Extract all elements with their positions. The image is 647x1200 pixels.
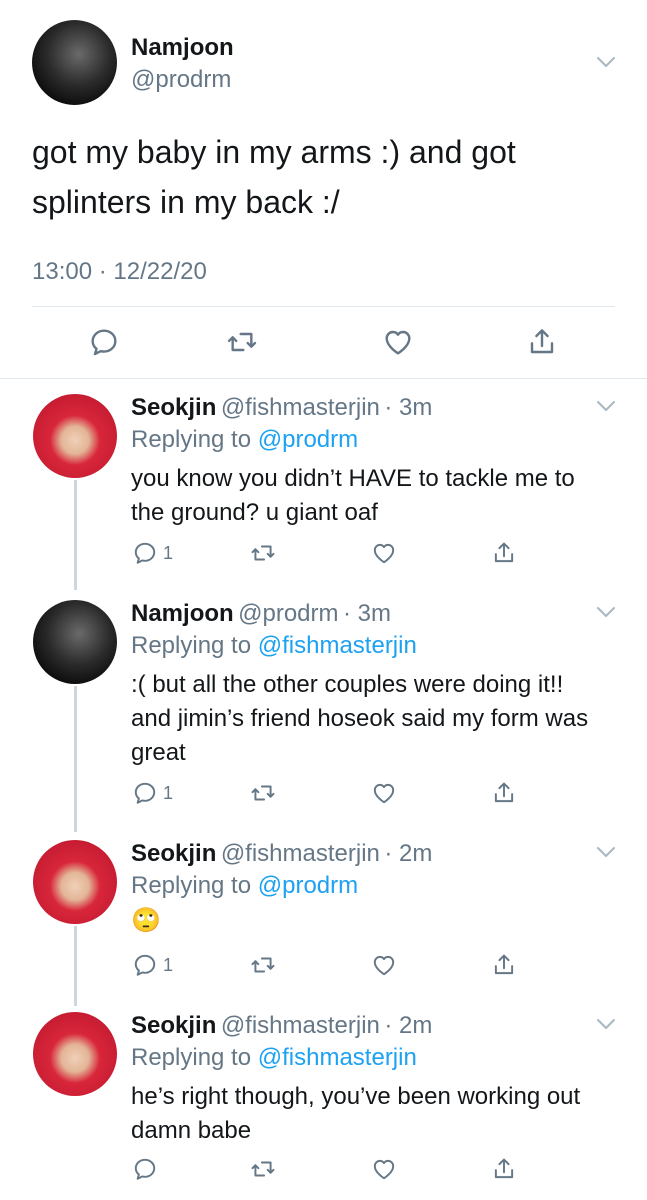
reply-icon[interactable] (132, 780, 158, 806)
reply-header: Namjoon @prodrm · 3m (131, 600, 391, 628)
retweet-icon[interactable] (250, 952, 276, 978)
author-handle[interactable]: @fishmasterjin (221, 1012, 380, 1039)
reply-text-line: great (131, 739, 186, 766)
like-icon[interactable] (371, 952, 397, 978)
replying-to-link[interactable]: @fishmasterjin (258, 1044, 417, 1071)
emoji-eye-roll-icon: 🙄 (131, 907, 161, 934)
reply-header: Seokjin @fishmasterjin · 2m (131, 840, 432, 868)
reply-text-line: he’s right though, you’ve been working o… (131, 1083, 581, 1110)
chevron-down-icon[interactable] (596, 1018, 616, 1030)
reply-text: :( but all the other couples were doing … (131, 668, 588, 770)
reply-header: Seokjin @fishmasterjin · 2m (131, 1012, 432, 1040)
avatar[interactable] (33, 600, 117, 684)
reply-text-line: the ground? u giant oaf (131, 499, 378, 526)
reply-text: he’s right though, you’ve been working o… (131, 1080, 580, 1148)
like-icon[interactable] (371, 540, 397, 566)
chevron-down-icon[interactable] (596, 846, 616, 858)
author-name[interactable]: Namjoon (131, 34, 234, 62)
replying-to-link[interactable]: @fishmasterjin (258, 632, 417, 659)
thread-line (74, 926, 77, 1006)
retweet-icon[interactable] (250, 780, 276, 806)
retweet-icon[interactable] (226, 326, 258, 358)
author-handle[interactable]: @fishmasterjin (221, 394, 380, 421)
thread-line (74, 480, 77, 590)
reply-text-line: and jimin’s friend hoseok said my form w… (131, 705, 589, 732)
avatar[interactable] (33, 394, 117, 478)
replying-to-link[interactable]: @prodrm (258, 872, 358, 899)
tweet-text-line-2: splinters in my back :/ (32, 184, 340, 220)
reply-icon[interactable] (132, 952, 158, 978)
divider (32, 306, 615, 307)
reply-time: · 3m (384, 394, 433, 421)
replying-prefix: Replying to (131, 872, 252, 899)
tweet-timestamp: 13:00 · 12/22/20 (32, 258, 207, 285)
reply-header: Seokjin @fishmasterjin · 3m (131, 394, 432, 422)
reply-text: 🙄 (131, 904, 161, 938)
author-name[interactable]: Namjoon (131, 600, 234, 627)
share-icon[interactable] (526, 326, 558, 358)
like-icon[interactable] (382, 326, 414, 358)
avatar[interactable] (32, 20, 117, 105)
like-icon[interactable] (371, 1156, 397, 1182)
replying-prefix: Replying to (131, 632, 252, 659)
replying-to: Replying to @fishmasterjin (131, 632, 417, 660)
thread-line (74, 686, 77, 832)
reply-icon[interactable] (132, 1156, 158, 1182)
replying-to-link[interactable]: @prodrm (258, 426, 358, 453)
share-icon[interactable] (491, 540, 517, 566)
author-name[interactable]: Seokjin (131, 1012, 216, 1039)
reply-time: · 2m (384, 840, 433, 867)
reply-count: 1 (163, 543, 174, 563)
like-icon[interactable] (371, 780, 397, 806)
reply-text-line: :( but all the other couples were doing … (131, 671, 564, 698)
retweet-icon[interactable] (250, 1156, 276, 1182)
author-handle[interactable]: @prodrm (238, 600, 338, 627)
divider (0, 378, 647, 379)
avatar[interactable] (33, 1012, 117, 1096)
author-name[interactable]: Seokjin (131, 840, 216, 867)
retweet-icon[interactable] (250, 540, 276, 566)
share-icon[interactable] (491, 1156, 517, 1182)
chevron-down-icon[interactable] (596, 400, 616, 412)
reply-text-line: you know you didn’t HAVE to tackle me to (131, 465, 575, 492)
author-handle[interactable]: @prodrm (131, 66, 231, 94)
replying-to: Replying to @prodrm (131, 426, 358, 454)
share-icon[interactable] (491, 780, 517, 806)
reply-icon[interactable] (88, 326, 120, 358)
chevron-down-icon[interactable] (596, 56, 616, 68)
tweet-text-line-1: got my baby in my arms :) and got (32, 134, 516, 170)
reply-text: you know you didn’t HAVE to tackle me to… (131, 462, 575, 530)
replying-prefix: Replying to (131, 1044, 252, 1071)
replying-to: Replying to @prodrm (131, 872, 358, 900)
author-handle[interactable]: @fishmasterjin (221, 840, 380, 867)
chevron-down-icon[interactable] (596, 606, 616, 618)
replying-prefix: Replying to (131, 426, 252, 453)
author-name[interactable]: Seokjin (131, 394, 216, 421)
reply-count: 1 (163, 783, 174, 803)
share-icon[interactable] (491, 952, 517, 978)
reply-icon[interactable] (132, 540, 158, 566)
replying-to: Replying to @fishmasterjin (131, 1044, 417, 1072)
reply-text-line: damn babe (131, 1117, 252, 1144)
reply-time: · 3m (342, 600, 391, 627)
avatar[interactable] (33, 840, 117, 924)
reply-count: 1 (163, 955, 174, 975)
reply-time: · 2m (384, 1012, 433, 1039)
